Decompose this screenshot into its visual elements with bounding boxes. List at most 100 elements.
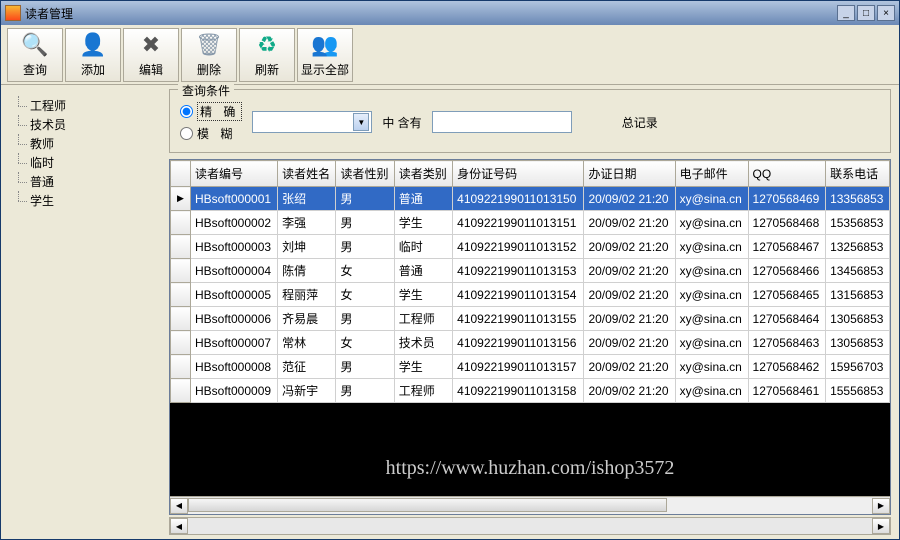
radio-exact[interactable]: 精 确	[180, 102, 242, 121]
cell-type: 学生	[394, 211, 452, 235]
cell-idcard: 410922199011013154	[453, 283, 584, 307]
toolbar-label: 刷新	[255, 61, 279, 78]
cell-name: 刘坤	[278, 235, 336, 259]
cell-id: HBsoft000005	[191, 283, 278, 307]
row-indicator: ▶	[171, 187, 191, 211]
column-header[interactable]: 身份证号码	[453, 161, 584, 187]
cell-id: HBsoft000006	[191, 307, 278, 331]
cell-qq: 1270568467	[748, 235, 826, 259]
query-field-dropdown[interactable]: ▼	[252, 111, 372, 133]
cell-email: xy@sina.cn	[675, 307, 748, 331]
cell-email: xy@sina.cn	[675, 379, 748, 403]
column-header[interactable]: 读者性别	[336, 161, 394, 187]
close-button[interactable]: ×	[877, 5, 895, 21]
edit-button[interactable]: ✖编辑	[123, 28, 179, 82]
cell-date: 20/09/02 21:20	[584, 187, 675, 211]
radio-fuzzy[interactable]: 模 糊	[180, 125, 242, 142]
cell-id: HBsoft000007	[191, 331, 278, 355]
cell-phone: 13456853	[826, 259, 890, 283]
showall-icon: 👥	[311, 31, 339, 59]
cell-type: 工程师	[394, 379, 452, 403]
cell-phone: 15356853	[826, 211, 890, 235]
cell-type: 工程师	[394, 307, 452, 331]
table-row[interactable]: HBsoft000005程丽萍女学生41092219901101315420/0…	[171, 283, 890, 307]
scroll-left-icon[interactable]: ◀	[170, 518, 188, 534]
maximize-button[interactable]: □	[857, 5, 875, 21]
delete-icon: 🗑	[195, 31, 223, 59]
cell-id: HBsoft000009	[191, 379, 278, 403]
table-row[interactable]: HBsoft000002李强男学生41092219901101315120/09…	[171, 211, 890, 235]
data-grid[interactable]: 读者编号读者姓名读者性别读者类别身份证号码办证日期电子邮件QQ联系电话▶HBso…	[169, 159, 891, 515]
radio-fuzzy-input[interactable]	[180, 127, 193, 140]
cell-date: 20/09/02 21:20	[584, 331, 675, 355]
sidebar: 工程师技术员教师临时普通学生	[1, 85, 169, 539]
column-header[interactable]: 读者编号	[191, 161, 278, 187]
cell-type: 学生	[394, 355, 452, 379]
cell-date: 20/09/02 21:20	[584, 355, 675, 379]
cell-idcard: 410922199011013155	[453, 307, 584, 331]
tree-item[interactable]: 学生	[12, 191, 158, 210]
column-header[interactable]: 读者类别	[394, 161, 452, 187]
cell-gender: 男	[336, 355, 394, 379]
cell-type: 普通	[394, 187, 452, 211]
row-indicator	[171, 379, 191, 403]
cell-email: xy@sina.cn	[675, 331, 748, 355]
table-row[interactable]: HBsoft000004陈倩女普通41092219901101315320/09…	[171, 259, 890, 283]
cell-idcard: 410922199011013157	[453, 355, 584, 379]
cell-id: HBsoft000002	[191, 211, 278, 235]
showall-button[interactable]: 👥显示全部	[297, 28, 353, 82]
column-header[interactable]: 联系电话	[826, 161, 890, 187]
tree-item[interactable]: 技术员	[12, 115, 158, 134]
panel-horizontal-scrollbar[interactable]: ◀ ▶	[169, 517, 891, 535]
tree-item[interactable]: 临时	[12, 153, 158, 172]
add-button[interactable]: 👤添加	[65, 28, 121, 82]
table-row[interactable]: ▶HBsoft000001张绍男普通41092219901101315020/0…	[171, 187, 890, 211]
cell-name: 张绍	[278, 187, 336, 211]
row-indicator	[171, 259, 191, 283]
row-indicator	[171, 211, 191, 235]
query-groupbox: 查询条件 精 确 模 糊 ▼ 中 含有	[169, 89, 891, 153]
column-header[interactable]: 电子邮件	[675, 161, 748, 187]
cell-gender: 男	[336, 211, 394, 235]
column-header[interactable]: 办证日期	[584, 161, 675, 187]
cell-gender: 男	[336, 235, 394, 259]
scroll-right-icon[interactable]: ▶	[872, 498, 890, 514]
table-row[interactable]: HBsoft000007常林女技术员41092219901101315620/0…	[171, 331, 890, 355]
row-indicator	[171, 307, 191, 331]
table-row[interactable]: HBsoft000006齐易晨男工程师41092219901101315520/…	[171, 307, 890, 331]
tree-item[interactable]: 教师	[12, 134, 158, 153]
cell-idcard: 410922199011013156	[453, 331, 584, 355]
query-button[interactable]: 🔍查询	[7, 28, 63, 82]
table-row[interactable]: HBsoft000009冯新宇男工程师41092219901101315820/…	[171, 379, 890, 403]
add-icon: 👤	[79, 31, 107, 59]
scroll-right-icon[interactable]: ▶	[872, 518, 890, 534]
cell-type: 普通	[394, 259, 452, 283]
cell-gender: 女	[336, 283, 394, 307]
column-header[interactable]: 读者姓名	[278, 161, 336, 187]
scroll-thumb[interactable]	[188, 498, 667, 512]
cell-phone: 13056853	[826, 307, 890, 331]
table-row[interactable]: HBsoft000008范征男学生41092219901101315720/09…	[171, 355, 890, 379]
query-text-input[interactable]	[432, 111, 572, 133]
scroll-left-icon[interactable]: ◀	[170, 498, 188, 514]
delete-button[interactable]: 🗑删除	[181, 28, 237, 82]
grid-horizontal-scrollbar[interactable]: ◀ ▶	[170, 496, 890, 514]
cell-phone: 13256853	[826, 235, 890, 259]
tree-item[interactable]: 工程师	[12, 96, 158, 115]
column-header[interactable]: QQ	[748, 161, 826, 187]
query-icon: 🔍	[21, 31, 49, 59]
minimize-button[interactable]: _	[837, 5, 855, 21]
cell-date: 20/09/02 21:20	[584, 283, 675, 307]
refresh-button[interactable]: ♻刷新	[239, 28, 295, 82]
radio-exact-input[interactable]	[180, 105, 193, 118]
table-row[interactable]: HBsoft000003刘坤男临时41092219901101315220/09…	[171, 235, 890, 259]
row-indicator	[171, 283, 191, 307]
cell-gender: 男	[336, 379, 394, 403]
tree-item[interactable]: 普通	[12, 172, 158, 191]
cell-name: 陈倩	[278, 259, 336, 283]
row-indicator	[171, 331, 191, 355]
category-tree: 工程师技术员教师临时普通学生	[9, 93, 161, 213]
toolbar: 🔍查询👤添加✖编辑🗑删除♻刷新👥显示全部	[1, 25, 899, 85]
cell-id: HBsoft000004	[191, 259, 278, 283]
cell-qq: 1270568462	[748, 355, 826, 379]
